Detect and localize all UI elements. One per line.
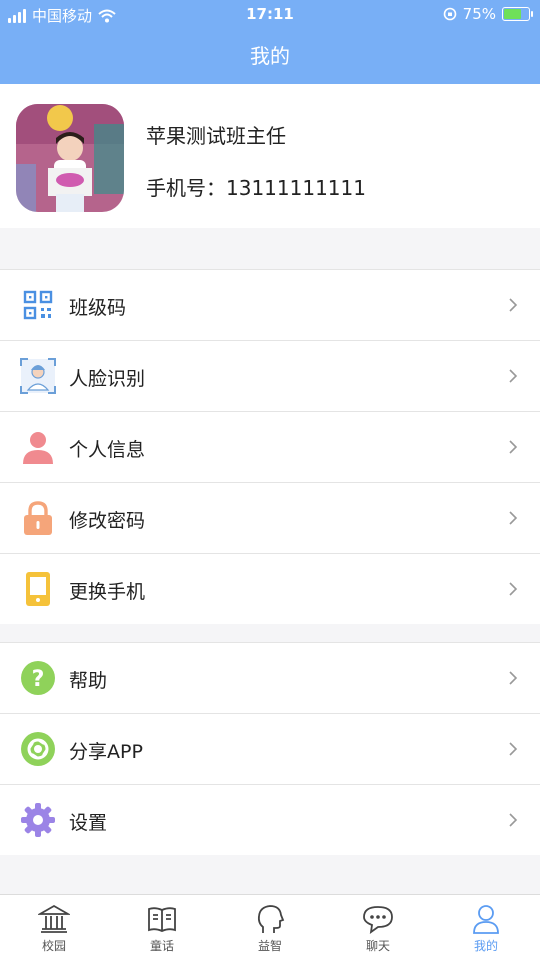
battery-level [504,9,521,19]
head-icon [257,905,285,933]
profile-card[interactable]: 苹果测试班主任 手机号：13111111111 [0,84,540,228]
menu-label: 更换手机 [69,581,146,603]
menu-label: 人脸识别 [69,368,146,390]
chat-icon [363,906,393,934]
tab-label: 校园 [41,939,66,953]
tab-label: 益智 [257,939,282,953]
menu-label: 分享APP [69,741,143,763]
menu-item-change-password[interactable]: 修改密码 [0,483,540,554]
tab-label: 童话 [149,939,174,953]
orientation-lock-icon [443,7,456,21]
chevron-right-icon [509,440,518,454]
tab-fairy-tale[interactable]: 童话 [108,895,216,961]
tab-puzzle[interactable]: 益智 [216,895,324,961]
battery-percent: 75% [462,5,496,23]
user-icon [473,905,499,934]
header: 中国移动 17:11 75% 我的 [0,0,540,84]
campus-icon [38,904,70,933]
gear-icon [21,803,55,837]
chevron-right-icon [509,671,518,685]
chevron-right-icon [509,511,518,525]
chevron-right-icon [509,298,518,312]
menu-group-account: 班级码 人脸识别 个人信息 修改密码 更换手机 [0,269,540,624]
profile-name: 苹果测试班主任 [146,124,286,148]
battery-icon [502,7,533,21]
profile-phone: 手机号：13111111111 [146,176,366,200]
tab-label: 我的 [473,939,498,953]
page-title: 我的 [250,44,290,68]
menu-group-app: ? 帮助 分享APP 设置 [0,642,540,855]
person-icon [23,432,53,464]
tab-bar: 校园 童话 益智 聊天 我的 [0,894,540,961]
share-icon [21,732,55,766]
menu-item-change-phone[interactable]: 更换手机 [0,554,540,624]
menu-item-share-app[interactable]: 分享APP [0,714,540,785]
menu-item-personal-info[interactable]: 个人信息 [0,412,540,483]
menu-label: 帮助 [69,670,108,692]
phone-icon [26,572,50,606]
menu-label: 设置 [69,812,108,834]
menu-label: 班级码 [69,297,127,319]
status-bar: 中国移动 17:11 75% [0,0,540,28]
menu-item-help[interactable]: ? 帮助 [0,643,540,714]
menu-label: 个人信息 [69,439,146,461]
chevron-right-icon [509,813,518,827]
menu-item-class-code[interactable]: 班级码 [0,270,540,341]
tab-campus[interactable]: 校园 [0,895,108,961]
svg-text:?: ? [32,667,45,692]
face-recognition-icon [20,358,56,394]
tab-chat[interactable]: 聊天 [324,895,432,961]
menu-item-settings[interactable]: 设置 [0,785,540,855]
avatar[interactable] [16,104,124,212]
chevron-right-icon [509,369,518,383]
chevron-right-icon [509,742,518,756]
lock-icon [24,501,52,535]
tab-mine[interactable]: 我的 [432,895,540,961]
chevron-right-icon [509,582,518,596]
menu-item-face-recognition[interactable]: 人脸识别 [0,341,540,412]
menu-label: 修改密码 [69,510,146,532]
qr-code-icon [23,290,53,320]
book-icon [148,907,176,932]
tab-label: 聊天 [365,939,390,953]
help-icon: ? [21,661,55,695]
